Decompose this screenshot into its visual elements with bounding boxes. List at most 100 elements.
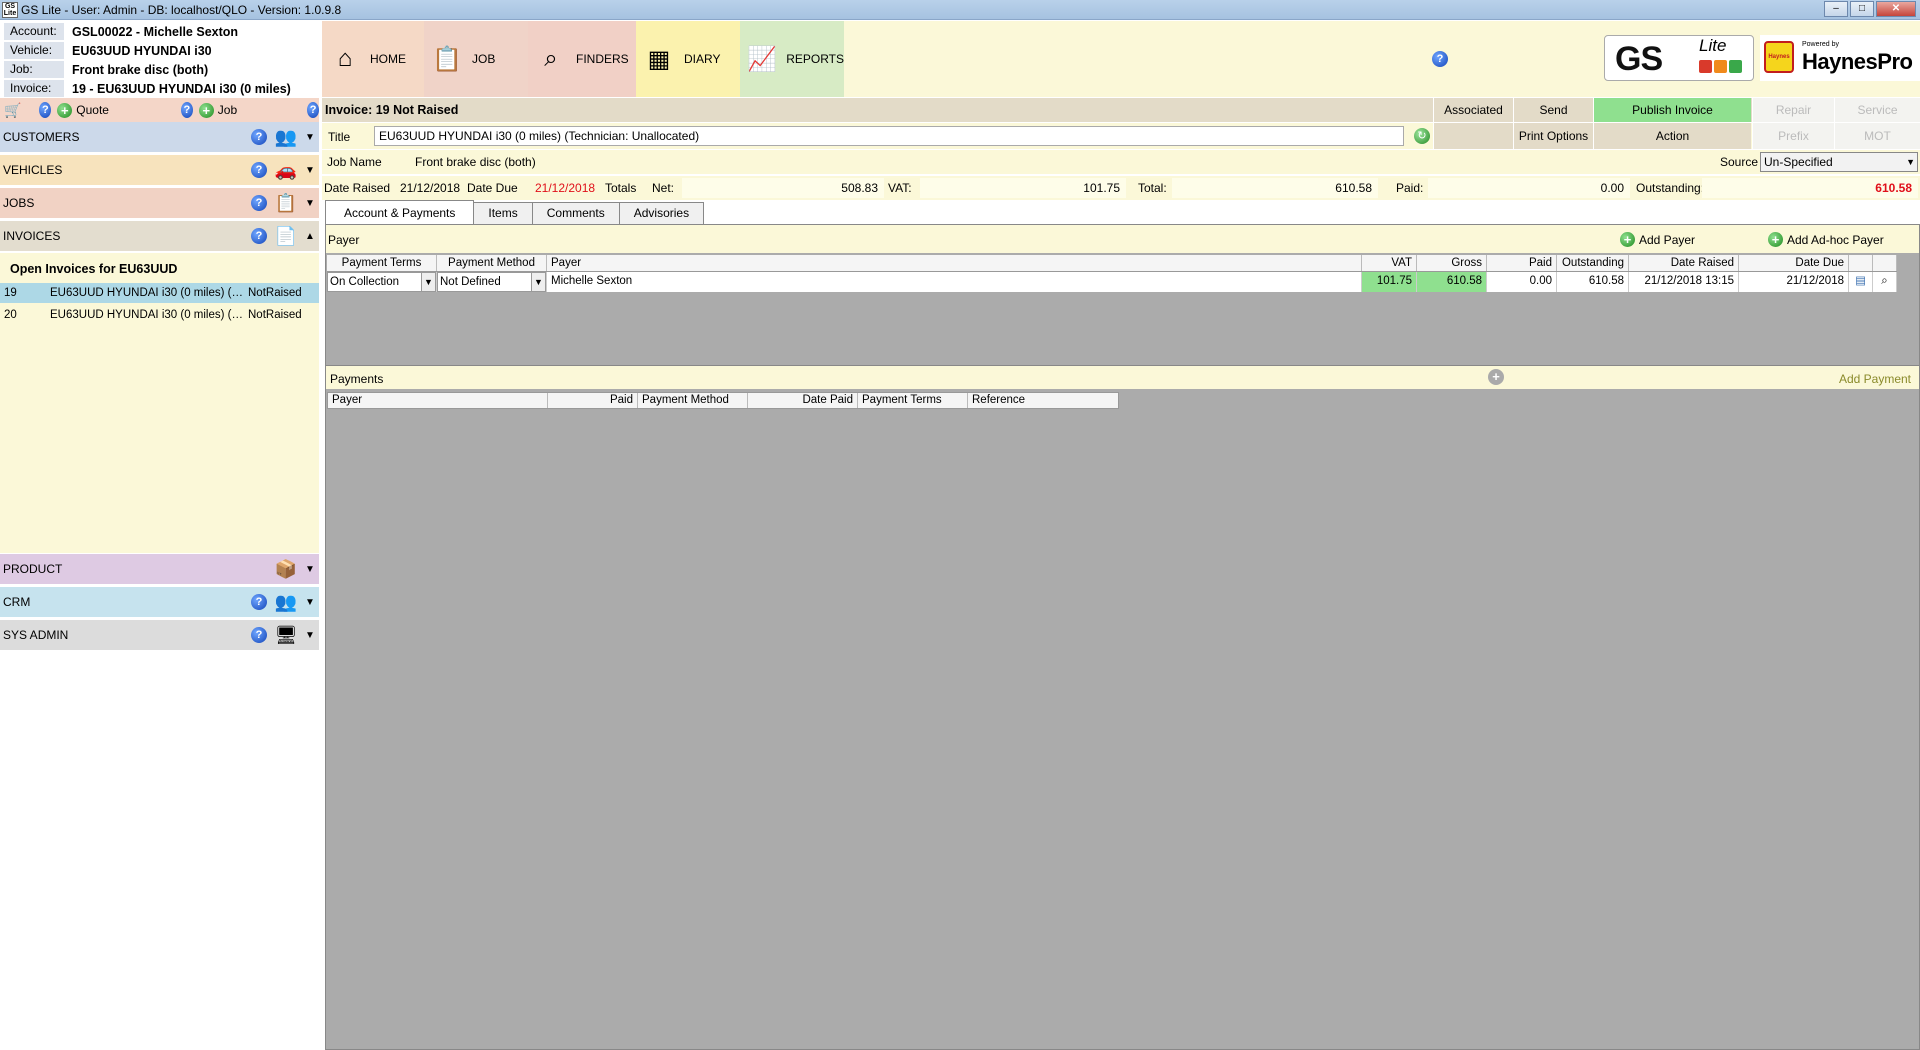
source-select[interactable]: Un-Specified ▼	[1760, 152, 1918, 172]
tab-account-payments[interactable]: Account & Payments	[325, 200, 475, 224]
cart-icon[interactable]: 🛒	[4, 102, 21, 119]
add-quote-button[interactable]: + Quote	[57, 98, 109, 122]
column-header[interactable]: Payer	[328, 393, 548, 408]
window-title: GS Lite - User: Admin - DB: localhost/QL…	[21, 3, 342, 17]
help-icon[interactable]: ?	[251, 129, 267, 145]
vat-cell: 101.75	[1362, 272, 1417, 292]
repair-button[interactable]: Repair	[1752, 98, 1834, 122]
account-value[interactable]: GSL00022 - Michelle Sexton	[64, 25, 238, 39]
list-item[interactable]: 20 EU63UUD HYUNDAI i30 (0 miles) (Techni…	[0, 305, 319, 325]
column-header[interactable]: Date Paid	[748, 393, 858, 408]
service-button[interactable]: Service	[1834, 98, 1920, 122]
column-header[interactable]: Payer	[547, 255, 1362, 271]
nav-finders-button[interactable]: ⌕ FINDERS	[528, 21, 636, 97]
payment-terms-select[interactable]: On Collection ▼	[327, 272, 437, 292]
help-icon[interactable]: ?	[251, 195, 267, 211]
column-header[interactable]: Outstanding	[1557, 255, 1629, 271]
tab-advisories[interactable]: Advisories	[618, 202, 705, 224]
job-value[interactable]: Front brake disc (both)	[64, 63, 208, 77]
mot-button[interactable]: MOT	[1834, 123, 1920, 149]
computer-icon: 🖥	[274, 624, 298, 645]
invoices-label: INVOICES	[3, 229, 61, 243]
table-row[interactable]: On Collection ▼ Not Defined ▼ Michelle S…	[327, 272, 1897, 292]
column-header[interactable]: Paid	[1487, 255, 1557, 271]
invoice-value[interactable]: 19 - EU63UUD HYUNDAI i30 (0 miles)	[64, 82, 291, 96]
tab-comments[interactable]: Comments	[531, 202, 620, 224]
associated-button[interactable]: Associated	[1433, 98, 1513, 122]
chevron-down-icon[interactable]: ▼	[303, 198, 317, 209]
help-icon[interactable]: ?	[251, 228, 267, 244]
account-row: Account: GSL00022 - Michelle Sexton	[4, 22, 238, 41]
sidebar-section-crm[interactable]: CRM ? 👥 ▼	[0, 587, 319, 617]
add-job-button[interactable]: + Job	[198, 98, 237, 122]
sidebar-section-product[interactable]: PRODUCT 📦 ▼	[0, 554, 319, 584]
send-button[interactable]: Send	[1513, 98, 1593, 122]
column-header[interactable]: VAT	[1362, 255, 1417, 271]
help-icon[interactable]: ?	[307, 102, 319, 118]
sidebar-section-jobs[interactable]: JOBS ? 📋 ▼	[0, 188, 319, 218]
help-icon[interactable]: ?	[1432, 51, 1448, 67]
payer-name-cell[interactable]: Michelle Sexton	[547, 272, 1362, 292]
nav-home-button[interactable]: ⌂ HOME	[322, 21, 424, 97]
column-header[interactable]: Payment Terms	[858, 393, 968, 408]
column-header[interactable]: Date Due	[1739, 255, 1849, 271]
chevron-down-icon[interactable]: ▼	[303, 165, 317, 176]
column-header[interactable]: Payment Method	[437, 255, 547, 271]
sidebar-section-vehicles[interactable]: VEHICLES ? 🚗 ▼	[0, 155, 319, 185]
action-button[interactable]: Action	[1593, 123, 1751, 149]
chevron-down-icon[interactable]: ▼	[303, 132, 317, 143]
window-title-bar: GS Lite GS Lite - User: Admin - DB: local…	[0, 0, 1920, 20]
column-header[interactable]: Gross	[1417, 255, 1487, 271]
gs-lite-logo: GS Lite	[1604, 35, 1754, 81]
title-label: Title	[328, 130, 351, 144]
help-icon[interactable]: ?	[39, 102, 52, 118]
vehicles-label: VEHICLES	[3, 163, 63, 177]
vehicle-value[interactable]: EU63UUD HYUNDAI i30	[64, 44, 212, 58]
help-icon[interactable]: ?	[251, 627, 267, 643]
job-label: Job:	[4, 61, 64, 78]
nav-diary-button[interactable]: ▦ DIARY	[636, 21, 740, 97]
maximize-button[interactable]: □	[1850, 1, 1874, 17]
help-icon[interactable]: ?	[251, 594, 267, 610]
haynespro-logo: Haynes Powered by HaynesPro	[1760, 35, 1920, 81]
chevron-down-icon[interactable]: ▼	[303, 564, 317, 575]
job-name-row: Job Name Front brake disc (both) Source …	[322, 150, 1920, 174]
nav-job-button[interactable]: 📋 JOB	[424, 21, 528, 97]
plus-icon[interactable]: +	[1488, 369, 1504, 385]
publish-invoice-button[interactable]: Publish Invoice	[1593, 98, 1751, 122]
column-header[interactable]: Payment Terms	[327, 255, 437, 271]
chevron-down-icon[interactable]: ▼	[303, 597, 317, 608]
add-payer-label: Add Payer	[1639, 232, 1696, 247]
title-input[interactable]	[374, 126, 1404, 146]
nav-reports-button[interactable]: 📈 REPORTS	[740, 21, 844, 97]
chevron-up-icon[interactable]: ▲	[303, 231, 317, 242]
add-adhoc-payer-button[interactable]: + Add Ad-hoc Payer	[1768, 232, 1884, 247]
chevron-down-icon[interactable]: ▼	[303, 630, 317, 641]
calendar-icon[interactable]: ▤	[1849, 272, 1873, 292]
product-label: PRODUCT	[3, 562, 63, 576]
sidebar-section-invoices[interactable]: INVOICES ? 📄 ▲	[0, 221, 319, 251]
refresh-icon[interactable]: ↻	[1414, 128, 1430, 144]
tab-items[interactable]: Items	[473, 202, 533, 224]
add-payment-button[interactable]: Add Payment	[1839, 372, 1911, 386]
total-label: Total:	[1138, 181, 1167, 195]
sidebar-section-customers[interactable]: CUSTOMERS ? 👥 ▼	[0, 122, 319, 152]
help-icon[interactable]: ?	[251, 162, 267, 178]
date-due-cell[interactable]: 21/12/2018	[1739, 272, 1849, 292]
payment-method-select[interactable]: Not Defined ▼	[437, 272, 547, 292]
minimize-button[interactable]: –	[1824, 1, 1848, 17]
column-header[interactable]: Reference	[968, 393, 1118, 408]
column-header[interactable]: Date Raised	[1629, 255, 1739, 271]
boxes-icon: 📦	[274, 558, 298, 579]
close-button[interactable]: ✕	[1876, 1, 1916, 17]
sidebar-section-sysadmin[interactable]: SYS ADMIN ? 🖥 ▼	[0, 620, 319, 650]
print-options-button[interactable]: Print Options	[1513, 123, 1593, 149]
prefix-button[interactable]: Prefix	[1752, 123, 1834, 149]
column-header[interactable]: Paid	[548, 393, 638, 408]
outstanding-label: Outstanding:	[1636, 181, 1705, 195]
column-header[interactable]: Payment Method	[638, 393, 748, 408]
add-payer-button[interactable]: + Add Payer	[1620, 232, 1695, 247]
list-item[interactable]: 19 EU63UUD HYUNDAI i30 (0 miles) (Techni…	[0, 283, 319, 303]
magnifier-icon[interactable]: ⌕	[1873, 272, 1897, 292]
help-icon[interactable]: ?	[180, 102, 193, 118]
